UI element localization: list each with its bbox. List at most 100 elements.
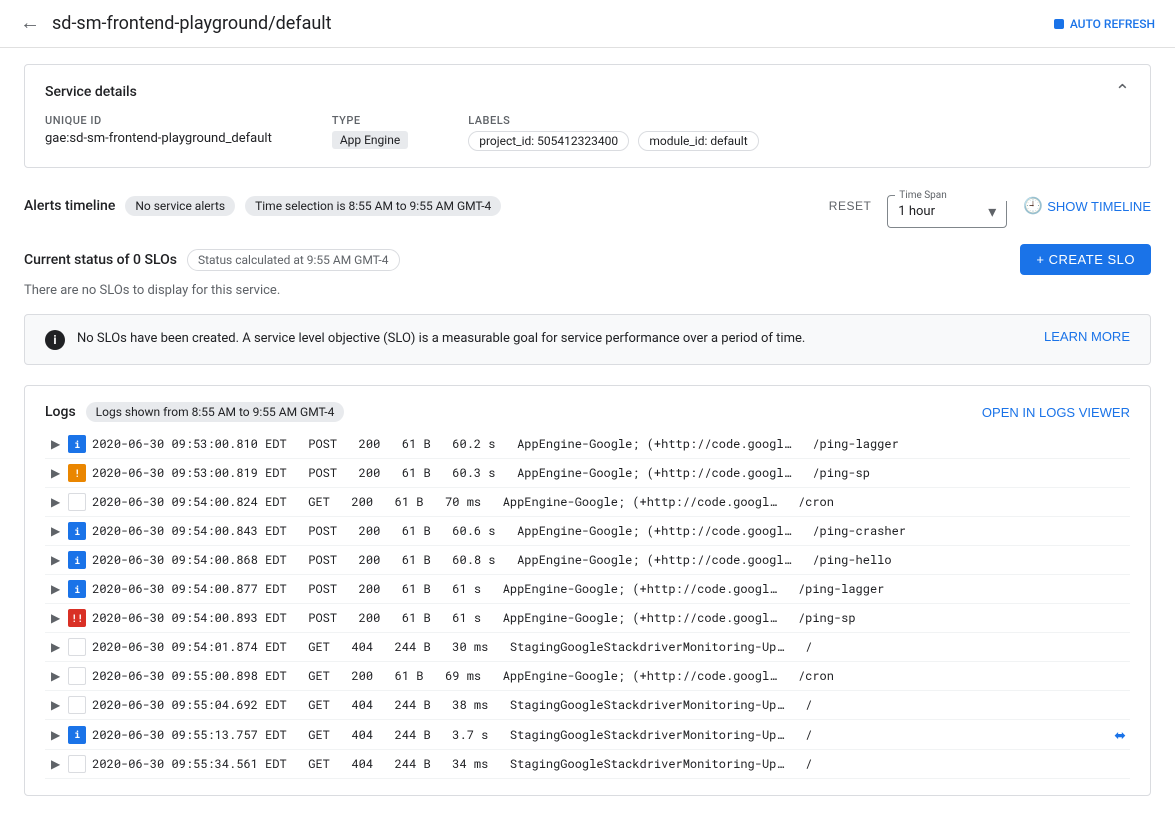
- auto-refresh-icon: [1054, 19, 1064, 29]
- log-row[interactable]: ▶ i 2020-06-30 09:54:00.877 EDT POST 200…: [45, 575, 1130, 604]
- log-level-badge: [68, 493, 86, 511]
- log-expand-button[interactable]: ▶: [49, 524, 62, 538]
- log-row[interactable]: ▶ i 2020-06-30 09:54:00.868 EDT POST 200…: [45, 546, 1130, 575]
- slo-left: Current status of 0 SLOs Status calculat…: [24, 249, 400, 271]
- log-content: 2020-06-30 09:55:13.757 EDT GET 404 244 …: [92, 727, 1104, 743]
- unique-id-label: UNIQUE ID: [45, 114, 272, 127]
- type-value: App Engine: [332, 131, 408, 149]
- card-header: Service details ⌃: [45, 81, 1130, 102]
- labels-list: project_id: 505412323400 module_id: defa…: [468, 131, 764, 151]
- log-row[interactable]: ▶ 2020-06-30 09:55:34.561 EDT GET 404 24…: [45, 750, 1130, 779]
- log-row[interactable]: ▶ 2020-06-30 09:54:01.874 EDT GET 404 24…: [45, 633, 1130, 662]
- main-content: Service details ⌃ UNIQUE ID gae:sd-sm-fr…: [0, 48, 1175, 828]
- log-expand-button[interactable]: ▶: [49, 728, 62, 742]
- log-content: 2020-06-30 09:53:00.819 EDT POST 200 61 …: [92, 465, 1126, 481]
- page-title: sd-sm-frontend-playground/default: [52, 13, 332, 34]
- log-content: 2020-06-30 09:54:00.877 EDT POST 200 61 …: [92, 581, 1126, 597]
- logs-table: ▶ i 2020-06-30 09:53:00.810 EDT POST 200…: [45, 430, 1130, 779]
- labels-label: LABELS: [468, 114, 764, 127]
- logs-card: Logs Logs shown from 8:55 AM to 9:55 AM …: [24, 385, 1151, 796]
- slo-title: Current status of 0 SLOs: [24, 252, 177, 268]
- time-span-value: 1 hour: [898, 204, 980, 219]
- log-level-badge: !: [68, 464, 86, 482]
- log-expand-button[interactable]: ▶: [49, 669, 62, 683]
- time-span-label: Time Span: [895, 190, 1007, 201]
- log-expand-button[interactable]: ▶: [49, 698, 62, 712]
- app-header: ← sd-sm-frontend-playground/default AUTO…: [0, 0, 1175, 48]
- log-level-badge: i: [68, 580, 86, 598]
- unique-id-value: gae:sd-sm-frontend-playground_default: [45, 131, 272, 146]
- log-level-badge: !!: [68, 609, 86, 627]
- no-slo-text: There are no SLOs to display for this se…: [24, 283, 1151, 298]
- service-details-title: Service details: [45, 84, 137, 100]
- label-tag-2: module_id: default: [638, 131, 758, 151]
- unique-id-group: UNIQUE ID gae:sd-sm-frontend-playground_…: [45, 114, 272, 151]
- log-row[interactable]: ▶ 2020-06-30 09:54:00.824 EDT GET 200 61…: [45, 488, 1130, 517]
- log-row[interactable]: ▶ 2020-06-30 09:55:04.692 EDT GET 404 24…: [45, 691, 1130, 720]
- back-button[interactable]: ←: [20, 12, 40, 35]
- logs-header: Logs Logs shown from 8:55 AM to 9:55 AM …: [45, 402, 1130, 422]
- log-content: 2020-06-30 09:54:00.893 EDT POST 200 61 …: [92, 610, 1126, 626]
- timeline-icon: 🕘: [1023, 196, 1043, 216]
- log-row[interactable]: ▶ !! 2020-06-30 09:54:00.893 EDT POST 20…: [45, 604, 1130, 633]
- slo-section-header: Current status of 0 SLOs Status calculat…: [24, 244, 1151, 275]
- log-row[interactable]: ▶ 2020-06-30 09:55:00.898 EDT GET 200 61…: [45, 662, 1130, 691]
- log-level-badge: [68, 638, 86, 656]
- log-content: 2020-06-30 09:55:34.561 EDT GET 404 244 …: [92, 756, 1126, 772]
- log-expand-button[interactable]: ▶: [49, 495, 62, 509]
- log-expand-button[interactable]: ▶: [49, 553, 62, 567]
- open-logs-button[interactable]: OPEN IN LOGS VIEWER: [982, 405, 1130, 420]
- type-label: TYPE: [332, 114, 408, 127]
- info-banner-text: No SLOs have been created. A service lev…: [77, 329, 805, 349]
- log-level-badge: i: [68, 522, 86, 540]
- log-expand-button[interactable]: ▶: [49, 466, 62, 480]
- log-expand-button[interactable]: ▶: [49, 640, 62, 654]
- service-details-row: UNIQUE ID gae:sd-sm-frontend-playground_…: [45, 114, 1130, 151]
- chevron-down-icon: ▾: [988, 202, 996, 221]
- log-content: 2020-06-30 09:55:00.898 EDT GET 200 61 B…: [92, 668, 1126, 684]
- log-level-badge: [68, 696, 86, 714]
- external-link-icon[interactable]: ⬌: [1114, 725, 1126, 744]
- time-selection-badge: Time selection is 8:55 AM to 9:55 AM GMT…: [245, 196, 501, 216]
- log-content: 2020-06-30 09:54:00.843 EDT POST 200 61 …: [92, 523, 1126, 539]
- log-expand-button[interactable]: ▶: [49, 437, 62, 451]
- learn-more-button[interactable]: LEARN MORE: [1044, 329, 1130, 344]
- service-details-card: Service details ⌃ UNIQUE ID gae:sd-sm-fr…: [24, 64, 1151, 168]
- info-banner: i No SLOs have been created. A service l…: [24, 314, 1151, 365]
- auto-refresh-label: AUTO REFRESH: [1070, 17, 1155, 31]
- auto-refresh[interactable]: AUTO REFRESH: [1054, 17, 1155, 31]
- log-content: 2020-06-30 09:53:00.810 EDT POST 200 61 …: [92, 436, 1126, 452]
- log-expand-button[interactable]: ▶: [49, 582, 62, 596]
- log-row[interactable]: ▶ i 2020-06-30 09:53:00.810 EDT POST 200…: [45, 430, 1130, 459]
- alerts-right: RESET Time Span 1 hour ▾ 🕘 SHOW TIMELINE: [829, 184, 1151, 228]
- no-alerts-badge: No service alerts: [125, 196, 235, 216]
- show-timeline-button[interactable]: 🕘 SHOW TIMELINE: [1023, 196, 1151, 216]
- log-level-badge: [68, 667, 86, 685]
- log-level-badge: [68, 755, 86, 773]
- logs-title: Logs: [45, 404, 76, 420]
- log-content: 2020-06-30 09:54:00.824 EDT GET 200 61 B…: [92, 494, 1126, 510]
- logs-left: Logs Logs shown from 8:55 AM to 9:55 AM …: [45, 402, 344, 422]
- info-banner-content: i No SLOs have been created. A service l…: [45, 329, 1032, 350]
- log-level-badge: i: [68, 726, 86, 744]
- label-tag-1: project_id: 505412323400: [468, 131, 629, 151]
- log-row[interactable]: ▶ i 2020-06-30 09:54:00.843 EDT POST 200…: [45, 517, 1130, 546]
- show-timeline-label: SHOW TIMELINE: [1047, 199, 1151, 214]
- log-row[interactable]: ▶ i 2020-06-30 09:55:13.757 EDT GET 404 …: [45, 720, 1130, 750]
- reset-button[interactable]: RESET: [829, 199, 872, 213]
- slo-status-badge: Status calculated at 9:55 AM GMT-4: [187, 249, 400, 271]
- log-level-badge: i: [68, 551, 86, 569]
- info-icon: i: [45, 330, 65, 350]
- alerts-left: Alerts timeline No service alerts Time s…: [24, 196, 501, 216]
- alerts-row: Alerts timeline No service alerts Time s…: [24, 184, 1151, 228]
- labels-group: LABELS project_id: 505412323400 module_i…: [468, 114, 764, 151]
- log-row[interactable]: ▶ ! 2020-06-30 09:53:00.819 EDT POST 200…: [45, 459, 1130, 488]
- log-expand-button[interactable]: ▶: [49, 611, 62, 625]
- header-left: ← sd-sm-frontend-playground/default: [20, 12, 332, 35]
- log-expand-button[interactable]: ▶: [49, 757, 62, 771]
- time-span-group: Time Span 1 hour ▾: [887, 184, 1007, 228]
- log-content: 2020-06-30 09:54:01.874 EDT GET 404 244 …: [92, 639, 1126, 655]
- collapse-button[interactable]: ⌃: [1115, 81, 1130, 102]
- log-level-badge: i: [68, 435, 86, 453]
- create-slo-button[interactable]: + CREATE SLO: [1020, 244, 1151, 275]
